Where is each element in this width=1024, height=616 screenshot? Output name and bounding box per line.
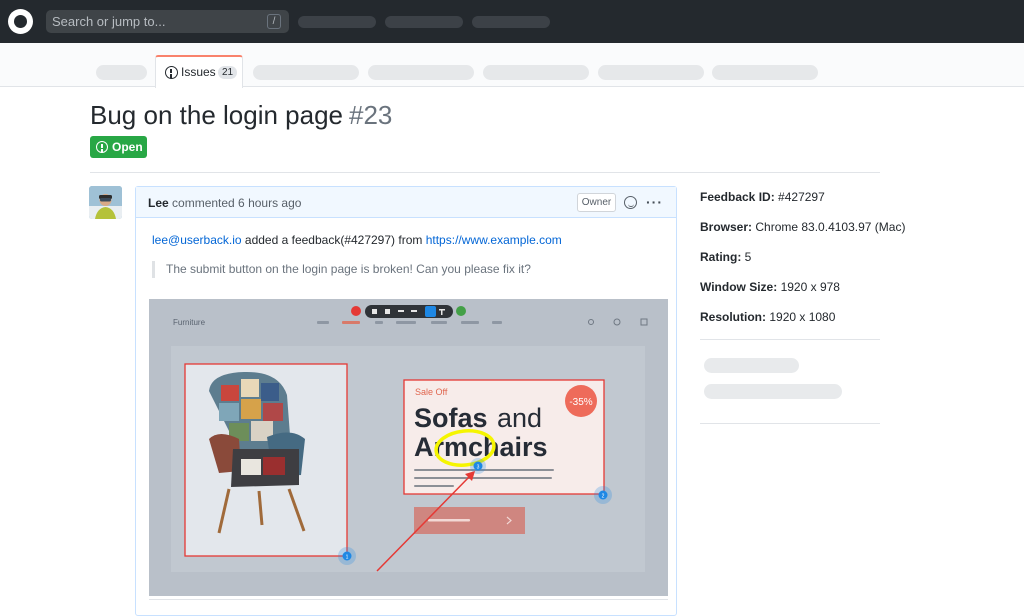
- comment-header: Lee commented 6 hours ago Owner ···: [136, 187, 676, 218]
- screenshot-brand: Furniture: [173, 318, 206, 327]
- rating-label: Rating:: [700, 250, 742, 264]
- comment-intro: lee@userback.io added a feedback(#427297…: [152, 233, 562, 247]
- comment-author[interactable]: Lee: [148, 196, 169, 210]
- avatar[interactable]: [89, 186, 122, 219]
- sidebar-placeholder-1[interactable]: [704, 358, 799, 373]
- search-input[interactable]: [52, 13, 262, 30]
- comment-author-line: Lee commented 6 hours ago: [148, 196, 301, 210]
- annotation-toolbar: [351, 305, 466, 318]
- status-badge-label: Open: [112, 140, 143, 154]
- comment-action-text: added a feedback(#427297) from: [244, 233, 423, 247]
- divider: [90, 172, 880, 173]
- marker-1-label: 1: [346, 555, 349, 561]
- sidebar-placeholder-2[interactable]: [704, 384, 842, 399]
- search-box[interactable]: /: [46, 10, 289, 33]
- screenshot-canvas: Furniture 1 Sale Off -35% Sofas and Armc…: [149, 299, 668, 596]
- top-header: /: [0, 0, 1024, 43]
- divider: [700, 423, 880, 424]
- divider: [149, 599, 668, 600]
- issue-opened-icon: [165, 66, 178, 79]
- nav-placeholder-3[interactable]: [472, 16, 550, 28]
- sale-label: Sale Off: [415, 387, 448, 397]
- add-reaction-icon[interactable]: [624, 196, 637, 209]
- browser-label: Browser:: [700, 220, 753, 234]
- comment-box: Lee commented 6 hours ago Owner ··· lee@…: [135, 186, 677, 616]
- tab-issues[interactable]: Issues 21: [155, 55, 243, 88]
- comment-timestamp[interactable]: commented 6 hours ago: [172, 196, 301, 210]
- more-options-icon[interactable]: ···: [646, 194, 663, 210]
- feedback-screenshot[interactable]: Furniture 1 Sale Off -35% Sofas and Armc…: [149, 299, 668, 596]
- browser-row: Browser: Chrome 83.0.4103.97 (Mac): [700, 220, 905, 234]
- tab-placeholder-code[interactable]: [96, 65, 147, 80]
- search-shortcut-key: /: [267, 14, 281, 29]
- issue-title: Bug on the login page #23: [90, 100, 392, 131]
- window-size-value: 1920 x 978: [780, 280, 840, 294]
- issues-count-badge: 21: [218, 66, 238, 79]
- issue-opened-icon: [96, 141, 108, 153]
- marker-3-label: 3: [477, 465, 480, 471]
- feedback-id-row: Feedback ID: #427297: [700, 190, 825, 204]
- tab-placeholder-2[interactable]: [253, 65, 359, 80]
- resolution-value: 1920 x 1080: [769, 310, 836, 324]
- browser-value: Chrome 83.0.4103.97 (Mac): [755, 220, 906, 234]
- feedback-id-value: #427297: [778, 190, 825, 204]
- tab-placeholder-6[interactable]: [712, 65, 818, 80]
- promo-heading-and: and: [497, 403, 542, 433]
- tab-issues-label: Issues: [181, 65, 216, 79]
- source-url-link[interactable]: https://www.example.com: [426, 233, 562, 247]
- owner-badge: Owner: [577, 193, 616, 212]
- feedback-quote: The submit button on the login page is b…: [152, 261, 531, 278]
- resolution-row: Resolution: 1920 x 1080: [700, 310, 835, 324]
- issue-number: #23: [349, 100, 393, 130]
- nav-placeholder-1[interactable]: [298, 16, 376, 28]
- rating-row: Rating: 5: [700, 250, 751, 264]
- rating-value: 5: [744, 250, 752, 264]
- feedback-id-label: Feedback ID:: [700, 190, 775, 204]
- issue-title-text: Bug on the login page: [90, 100, 343, 130]
- window-size-row: Window Size: 1920 x 978: [700, 280, 840, 294]
- status-badge: Open: [90, 136, 147, 158]
- repo-nav: Issues 21: [0, 43, 1024, 88]
- divider: [700, 339, 880, 340]
- email-link[interactable]: lee@userback.io: [152, 233, 242, 247]
- promo-heading-1: Sofas: [414, 403, 488, 433]
- promo-heading-2: Armchairs: [414, 432, 548, 462]
- github-logo-icon[interactable]: [8, 9, 33, 34]
- tab-placeholder-3[interactable]: [368, 65, 474, 80]
- tab-placeholder-5[interactable]: [598, 65, 704, 80]
- nav-placeholder-2[interactable]: [385, 16, 463, 28]
- tab-placeholder-4[interactable]: [483, 65, 589, 80]
- window-size-label: Window Size:: [700, 280, 778, 294]
- resolution-label: Resolution:: [700, 310, 766, 324]
- marker-2-label: 2: [602, 494, 605, 500]
- screenshot-nav-links: [317, 321, 502, 324]
- discount-badge: -35%: [569, 397, 592, 408]
